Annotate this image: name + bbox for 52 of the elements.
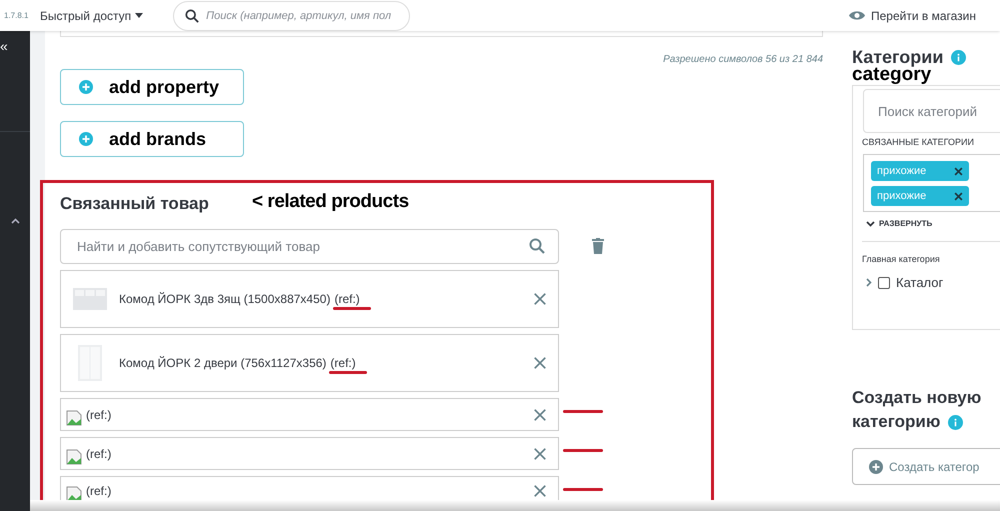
trash-icon[interactable] — [592, 238, 604, 254]
search-icon — [529, 238, 545, 254]
expand-button[interactable]: РАЗВЕРНУТЬ — [866, 218, 932, 230]
section-title: Связанный товар — [60, 193, 209, 215]
search-icon — [185, 8, 200, 22]
remove-button[interactable] — [533, 291, 549, 307]
remove-button[interactable] — [533, 355, 549, 371]
ref-text: (ref:) — [334, 292, 360, 306]
broken-image-icon — [66, 448, 82, 464]
chevron-down-icon — [866, 221, 875, 227]
close-icon — [954, 192, 963, 200]
search-field[interactable]: Поиск (например, артикул, имя пол — [173, 0, 410, 30]
product-name: Комод ЙОРК 2 двери (756x1127x356) — [119, 355, 326, 372]
add-button[interactable]: add brands — [60, 121, 244, 157]
field-label: СВЯЗАННЫЕ КАТЕГОРИИ — [862, 136, 974, 149]
broken-image-icon — [66, 410, 82, 426]
version-label: 1.7.8.1 — [4, 10, 30, 22]
search-field[interactable]: Поиск категорий — [863, 89, 1000, 133]
remove-button[interactable] — [533, 483, 549, 499]
info-icon — [951, 50, 966, 65]
annotation-text: < related products — [252, 190, 409, 214]
tree-item-label[interactable]: Каталог — [896, 273, 944, 292]
remove-button[interactable] — [533, 406, 549, 422]
eye-icon — [849, 10, 865, 21]
product-name: Комод ЙОРК 3дв 3ящ (1500x887x450) — [119, 291, 330, 308]
add-button[interactable]: add property — [60, 69, 244, 105]
char-count-text: Разрешено символов 56 из 21 844 — [663, 53, 823, 67]
plus-circle-icon — [79, 80, 93, 94]
ref-text: (ref:) — [330, 356, 356, 370]
checkbox[interactable] — [878, 276, 890, 289]
ref-text: (ref:) — [86, 408, 112, 422]
create-category-button[interactable]: Создать категор — [852, 448, 1000, 485]
section-title: Создать новую — [852, 387, 982, 409]
collapse-button[interactable]: « — [0, 39, 8, 53]
caret-icon — [135, 13, 144, 18]
broken-image-icon — [66, 486, 82, 502]
search-field[interactable]: Найти и добавить сопутствующий товар — [60, 229, 559, 264]
ref-text: (ref:) — [86, 446, 112, 460]
plus-circle-icon — [869, 460, 883, 474]
view-shop-link[interactable]: Перейти в магазин — [849, 6, 976, 24]
close-icon — [954, 166, 963, 176]
section-title: Категории — [852, 46, 944, 68]
field-label: Главная категория — [862, 253, 940, 266]
chevron-right-icon[interactable] — [866, 278, 872, 288]
chevron-up-icon — [11, 218, 20, 224]
remove-button[interactable] — [533, 446, 549, 462]
ref-text: (ref:) — [86, 484, 112, 498]
plus-circle-icon — [79, 132, 93, 146]
section-title: категорию — [852, 411, 940, 433]
product-thumbnail — [73, 288, 107, 310]
quick-access-menu[interactable]: Быстрый доступ — [40, 6, 144, 24]
info-icon — [948, 414, 964, 430]
